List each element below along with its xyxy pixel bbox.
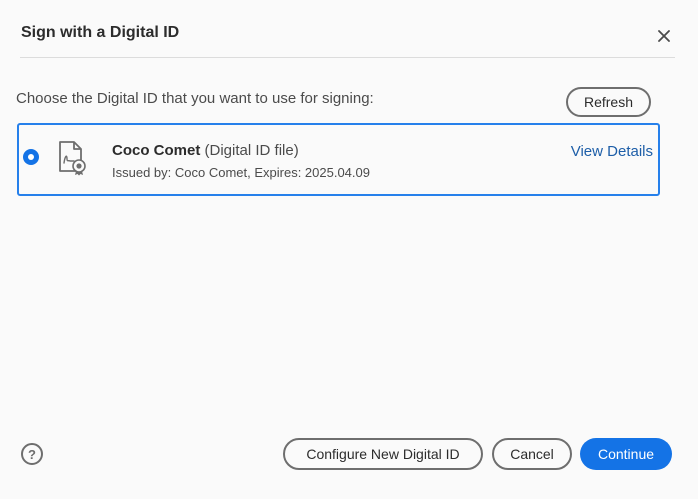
digital-id-issued-info: Issued by: Coco Comet, Expires: 2025.04.… [112, 165, 370, 180]
view-details-link[interactable]: View Details [571, 143, 653, 160]
digital-id-title: Coco Comet (Digital ID file) [112, 142, 299, 159]
digital-id-name: Coco Comet [112, 142, 201, 159]
close-button[interactable] [654, 26, 674, 46]
configure-new-digital-id-button[interactable]: Configure New Digital ID [283, 438, 483, 470]
instruction-text: Choose the Digital ID that you want to u… [16, 90, 374, 107]
sign-digital-id-dialog: Sign with a Digital ID Choose the Digita… [0, 0, 698, 499]
help-icon[interactable]: ? [21, 443, 43, 465]
close-icon [658, 30, 670, 42]
dialog-title: Sign with a Digital ID [21, 24, 180, 41]
title-divider [20, 57, 675, 58]
radio-selected-dot [28, 154, 34, 160]
refresh-button[interactable]: Refresh [566, 87, 651, 117]
digital-id-list-item[interactable]: Coco Comet (Digital ID file) Issued by: … [17, 123, 660, 196]
continue-button[interactable]: Continue [580, 438, 672, 470]
digital-id-type: (Digital ID file) [204, 142, 299, 159]
digital-id-radio[interactable] [23, 149, 39, 165]
certificate-icon [59, 141, 86, 176]
cancel-button[interactable]: Cancel [492, 438, 572, 470]
